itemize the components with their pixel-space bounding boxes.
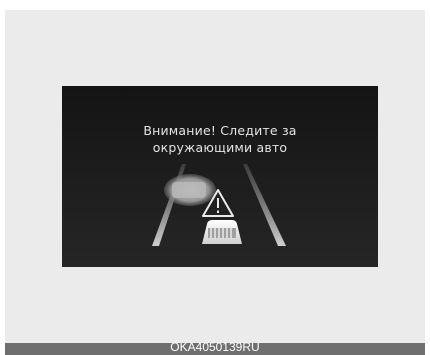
warning-message: Внимание! Следите за окружающими авто: [62, 122, 378, 156]
caption-code: OKA4050139RU: [170, 340, 260, 354]
caption-bar: OKA4050139RU: [5, 340, 425, 355]
warning-message-line1: Внимание! Следите за: [143, 123, 297, 138]
instrument-cluster-display: Внимание! Следите за окружающими авто: [62, 86, 378, 267]
warning-message-line2: окружающими авто: [152, 140, 288, 155]
adjacent-car-icon: [164, 174, 216, 206]
ego-car-icon: [202, 220, 242, 244]
road-scene: [62, 86, 378, 267]
